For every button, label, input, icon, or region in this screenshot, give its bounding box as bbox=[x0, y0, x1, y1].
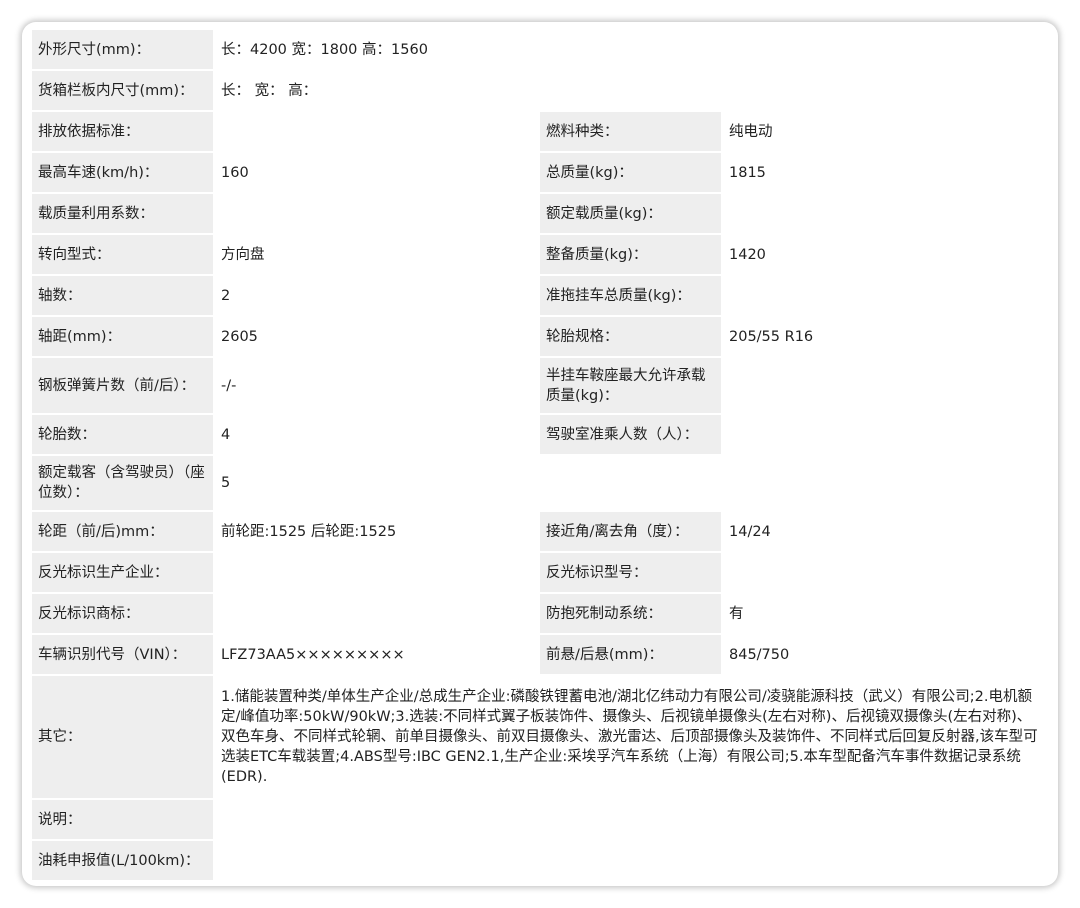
label-tire-spec: 轮胎规格： bbox=[538, 315, 723, 358]
value-trailer-mass bbox=[721, 274, 1052, 317]
label-saddle-load: 半挂车鞍座最大允许承载质量(kg)： bbox=[538, 356, 723, 415]
value-other: 1.储能装置种类/单体生产企业/总成生产企业:磷酸铁锂蓄电池/湖北亿纬动力有限公… bbox=[213, 674, 1052, 800]
value-seating-capacity: 5 bbox=[213, 454, 1052, 512]
table-row: 载质量利用系数： 额定载质量(kg)： bbox=[30, 192, 1052, 235]
label-emission-standard: 排放依据标准： bbox=[30, 110, 215, 153]
table-row: 最高车速(km/h)： 160 总质量(kg)： 1815 bbox=[30, 151, 1052, 194]
label-tire-count: 轮胎数： bbox=[30, 413, 215, 456]
value-rated-load bbox=[721, 192, 1052, 235]
value-dimensions: 长：4200 宽：1800 高：1560 bbox=[213, 28, 1052, 71]
value-reflector-brand bbox=[213, 592, 540, 635]
label-trailer-mass: 准拖挂车总质量(kg)： bbox=[538, 274, 723, 317]
label-cab-occupants: 驾驶室准乘人数（人）： bbox=[538, 413, 723, 456]
vehicle-spec-table: 外形尺寸(mm)： 长：4200 宽：1800 高：1560 货箱栏板内尺寸(m… bbox=[30, 28, 1052, 882]
label-axles: 轴数： bbox=[30, 274, 215, 317]
value-approach-departure: 14/24 bbox=[721, 510, 1052, 553]
value-gross-mass: 1815 bbox=[721, 151, 1052, 194]
value-fuel-type: 纯电动 bbox=[721, 110, 1052, 153]
value-vin: LFZ73AA5××××××××× bbox=[213, 633, 540, 676]
value-tire-spec: 205/55 R16 bbox=[721, 315, 1052, 358]
table-row: 反光标识生产企业： 反光标识型号： bbox=[30, 551, 1052, 594]
table-row: 轮胎数： 4 驾驶室准乘人数（人）： bbox=[30, 413, 1052, 456]
label-curb-mass: 整备质量(kg)： bbox=[538, 233, 723, 276]
value-emission-standard bbox=[213, 110, 540, 153]
table-row: 轴数： 2 准拖挂车总质量(kg)： bbox=[30, 274, 1052, 317]
label-max-speed: 最高车速(km/h)： bbox=[30, 151, 215, 194]
value-cargo-box: 长： 宽： 高： bbox=[213, 69, 1052, 112]
value-wheelbase: 2605 bbox=[213, 315, 540, 358]
label-rated-load: 额定载质量(kg)： bbox=[538, 192, 723, 235]
spec-card: 外形尺寸(mm)： 长：4200 宽：1800 高：1560 货箱栏板内尺寸(m… bbox=[22, 22, 1058, 886]
table-row: 油耗申报值(L/100km)： bbox=[30, 839, 1052, 882]
value-abs: 有 bbox=[721, 592, 1052, 635]
label-reflector-model: 反光标识型号： bbox=[538, 551, 723, 594]
value-steering: 方向盘 bbox=[213, 233, 540, 276]
table-row: 反光标识商标： 防抱死制动系统： 有 bbox=[30, 592, 1052, 635]
value-fuel-consumption bbox=[213, 839, 1052, 882]
value-reflector-model bbox=[721, 551, 1052, 594]
table-row: 额定载客（含驾驶员）（座位数）： 5 bbox=[30, 454, 1052, 512]
label-load-utilization: 载质量利用系数： bbox=[30, 192, 215, 235]
label-wheelbase: 轴距(mm)： bbox=[30, 315, 215, 358]
value-saddle-load bbox=[721, 356, 1052, 415]
table-row: 钢板弹簧片数（前/后）： -/- 半挂车鞍座最大允许承载质量(kg)： bbox=[30, 356, 1052, 415]
label-reflector-maker: 反光标识生产企业： bbox=[30, 551, 215, 594]
value-leaf-springs: -/- bbox=[213, 356, 540, 415]
value-tire-count: 4 bbox=[213, 413, 540, 456]
value-notes bbox=[213, 798, 1052, 841]
label-overhang: 前悬/后悬(mm)： bbox=[538, 633, 723, 676]
table-row: 排放依据标准： 燃料种类： 纯电动 bbox=[30, 110, 1052, 153]
value-load-utilization bbox=[213, 192, 540, 235]
table-row: 轮距（前/后)mm： 前轮距:1525 后轮距:1525 接近角/离去角（度）：… bbox=[30, 510, 1052, 553]
label-other: 其它： bbox=[30, 674, 215, 800]
value-track-width: 前轮距:1525 后轮距:1525 bbox=[213, 510, 540, 553]
table-row: 车辆识别代号（VIN）： LFZ73AA5××××××××× 前悬/后悬(mm)… bbox=[30, 633, 1052, 676]
label-steering: 转向型式： bbox=[30, 233, 215, 276]
label-cargo-box: 货箱栏板内尺寸(mm)： bbox=[30, 69, 215, 112]
value-cab-occupants bbox=[721, 413, 1052, 456]
value-overhang: 845/750 bbox=[721, 633, 1052, 676]
label-notes: 说明： bbox=[30, 798, 215, 841]
value-curb-mass: 1420 bbox=[721, 233, 1052, 276]
label-fuel-consumption: 油耗申报值(L/100km)： bbox=[30, 839, 215, 882]
value-axles: 2 bbox=[213, 274, 540, 317]
table-row: 外形尺寸(mm)： 长：4200 宽：1800 高：1560 bbox=[30, 28, 1052, 71]
table-row: 货箱栏板内尺寸(mm)： 长： 宽： 高： bbox=[30, 69, 1052, 112]
label-abs: 防抱死制动系统： bbox=[538, 592, 723, 635]
label-track-width: 轮距（前/后)mm： bbox=[30, 510, 215, 553]
table-row: 轴距(mm)： 2605 轮胎规格： 205/55 R16 bbox=[30, 315, 1052, 358]
label-vin: 车辆识别代号（VIN）： bbox=[30, 633, 215, 676]
value-max-speed: 160 bbox=[213, 151, 540, 194]
label-fuel-type: 燃料种类： bbox=[538, 110, 723, 153]
label-dimensions: 外形尺寸(mm)： bbox=[30, 28, 215, 71]
value-reflector-maker bbox=[213, 551, 540, 594]
label-seating-capacity: 额定载客（含驾驶员）（座位数）： bbox=[30, 454, 215, 512]
label-reflector-brand: 反光标识商标： bbox=[30, 592, 215, 635]
table-row: 转向型式： 方向盘 整备质量(kg)： 1420 bbox=[30, 233, 1052, 276]
label-gross-mass: 总质量(kg)： bbox=[538, 151, 723, 194]
label-approach-departure: 接近角/离去角（度）： bbox=[538, 510, 723, 553]
table-row: 说明： bbox=[30, 798, 1052, 841]
table-row: 其它： 1.储能装置种类/单体生产企业/总成生产企业:磷酸铁锂蓄电池/湖北亿纬动… bbox=[30, 674, 1052, 800]
label-leaf-springs: 钢板弹簧片数（前/后）： bbox=[30, 356, 215, 415]
